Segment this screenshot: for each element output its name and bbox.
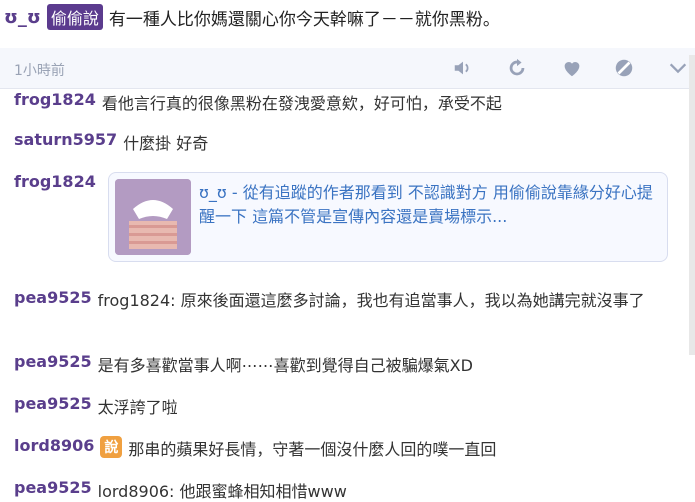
comment-user[interactable]: pea9525 [14,478,92,497]
comment-user[interactable]: frog1824 [14,172,96,191]
comment: pea9525 太浮誇了啦 [14,394,178,418]
post-header: ʊ_ʊ 偷偷說 有一種人比你媽還關心你今天幹嘛了－－就你黑粉。 [0,0,695,45]
comment: pea9525 是有多喜歡當事人啊⋯⋯喜歡到覺得自己被騙爆氣XD [14,352,473,376]
comment-user[interactable]: pea9525 [14,352,92,371]
chevron-down-icon[interactable] [666,56,690,80]
comment-badge: 說 [100,436,123,458]
speaker-icon[interactable] [451,56,475,80]
comment-text: 那串的蘋果好長情，守著一個沒什麼人回的噗一直回 [128,440,497,459]
comment-text: 什麼掛 好奇 [123,134,209,153]
comment: lord8906 說 那串的蘋果好長情，守著一個沒什麼人回的噗一直回 [14,436,496,460]
comment-user[interactable]: frog1824 [14,90,96,109]
block-icon[interactable] [612,56,636,80]
comment: frog1824 [14,172,102,191]
comment-text: frog1824: 原來後面還這麼多討論，我也有追當事人，我以為她講完就沒事了 [97,291,645,310]
comment: pea9525 lord8906: 他跟蜜蜂相知相惜www [14,478,347,502]
comment-user[interactable]: saturn5957 [14,130,117,149]
preview-thumbnail [115,179,191,255]
comment: pea9525 frog1824: 原來後面還這麼多討論，我也有追當事人，我以為… [14,288,658,314]
board-badge[interactable]: 偷偷說 [46,4,103,30]
meta-bar: 1小時前 [0,48,695,89]
link-preview-card[interactable]: ʊ_ʊ - 從有追蹤的作者那看到 不認識對方 用偷偷說靠緣分好心提醒一下 這篇不… [108,172,668,262]
refresh-icon[interactable] [505,56,529,80]
comment: frog1824 看他言行真的很像黑粉在發洩愛意欸，好可怕，承受不起 [14,90,502,114]
post-line: ʊ_ʊ 偷偷說 有一種人比你媽還關心你今天幹嘛了－－就你黑粉。 [4,4,500,30]
comment-text: 太浮誇了啦 [97,398,178,417]
comment-user[interactable]: pea9525 [14,288,92,307]
comment-user[interactable]: pea9525 [14,394,92,413]
poster-name[interactable]: ʊ_ʊ [4,7,41,28]
comment: saturn5957 什麼掛 好奇 [14,130,208,154]
post-text: 有一種人比你媽還關心你今天幹嘛了－－就你黑粉。 [108,9,500,30]
comment-text: 是有多喜歡當事人啊⋯⋯喜歡到覺得自己被騙爆氣XD [97,356,473,375]
heart-icon[interactable] [560,56,584,80]
mask-icon [115,179,191,255]
comment-text: lord8906: 他跟蜜蜂相知相惜www [97,482,347,501]
comment-user[interactable]: lord8906 [14,436,94,455]
post-time: 1小時前 [14,63,65,79]
comment-text: 看他言行真的很像黑粉在發洩愛意欸，好可怕，承受不起 [101,94,502,113]
scrollbar[interactable] [689,55,695,355]
preview-text[interactable]: ʊ_ʊ - 從有追蹤的作者那看到 不認識對方 用偷偷說靠緣分好心提醒一下 這篇不… [199,181,659,229]
